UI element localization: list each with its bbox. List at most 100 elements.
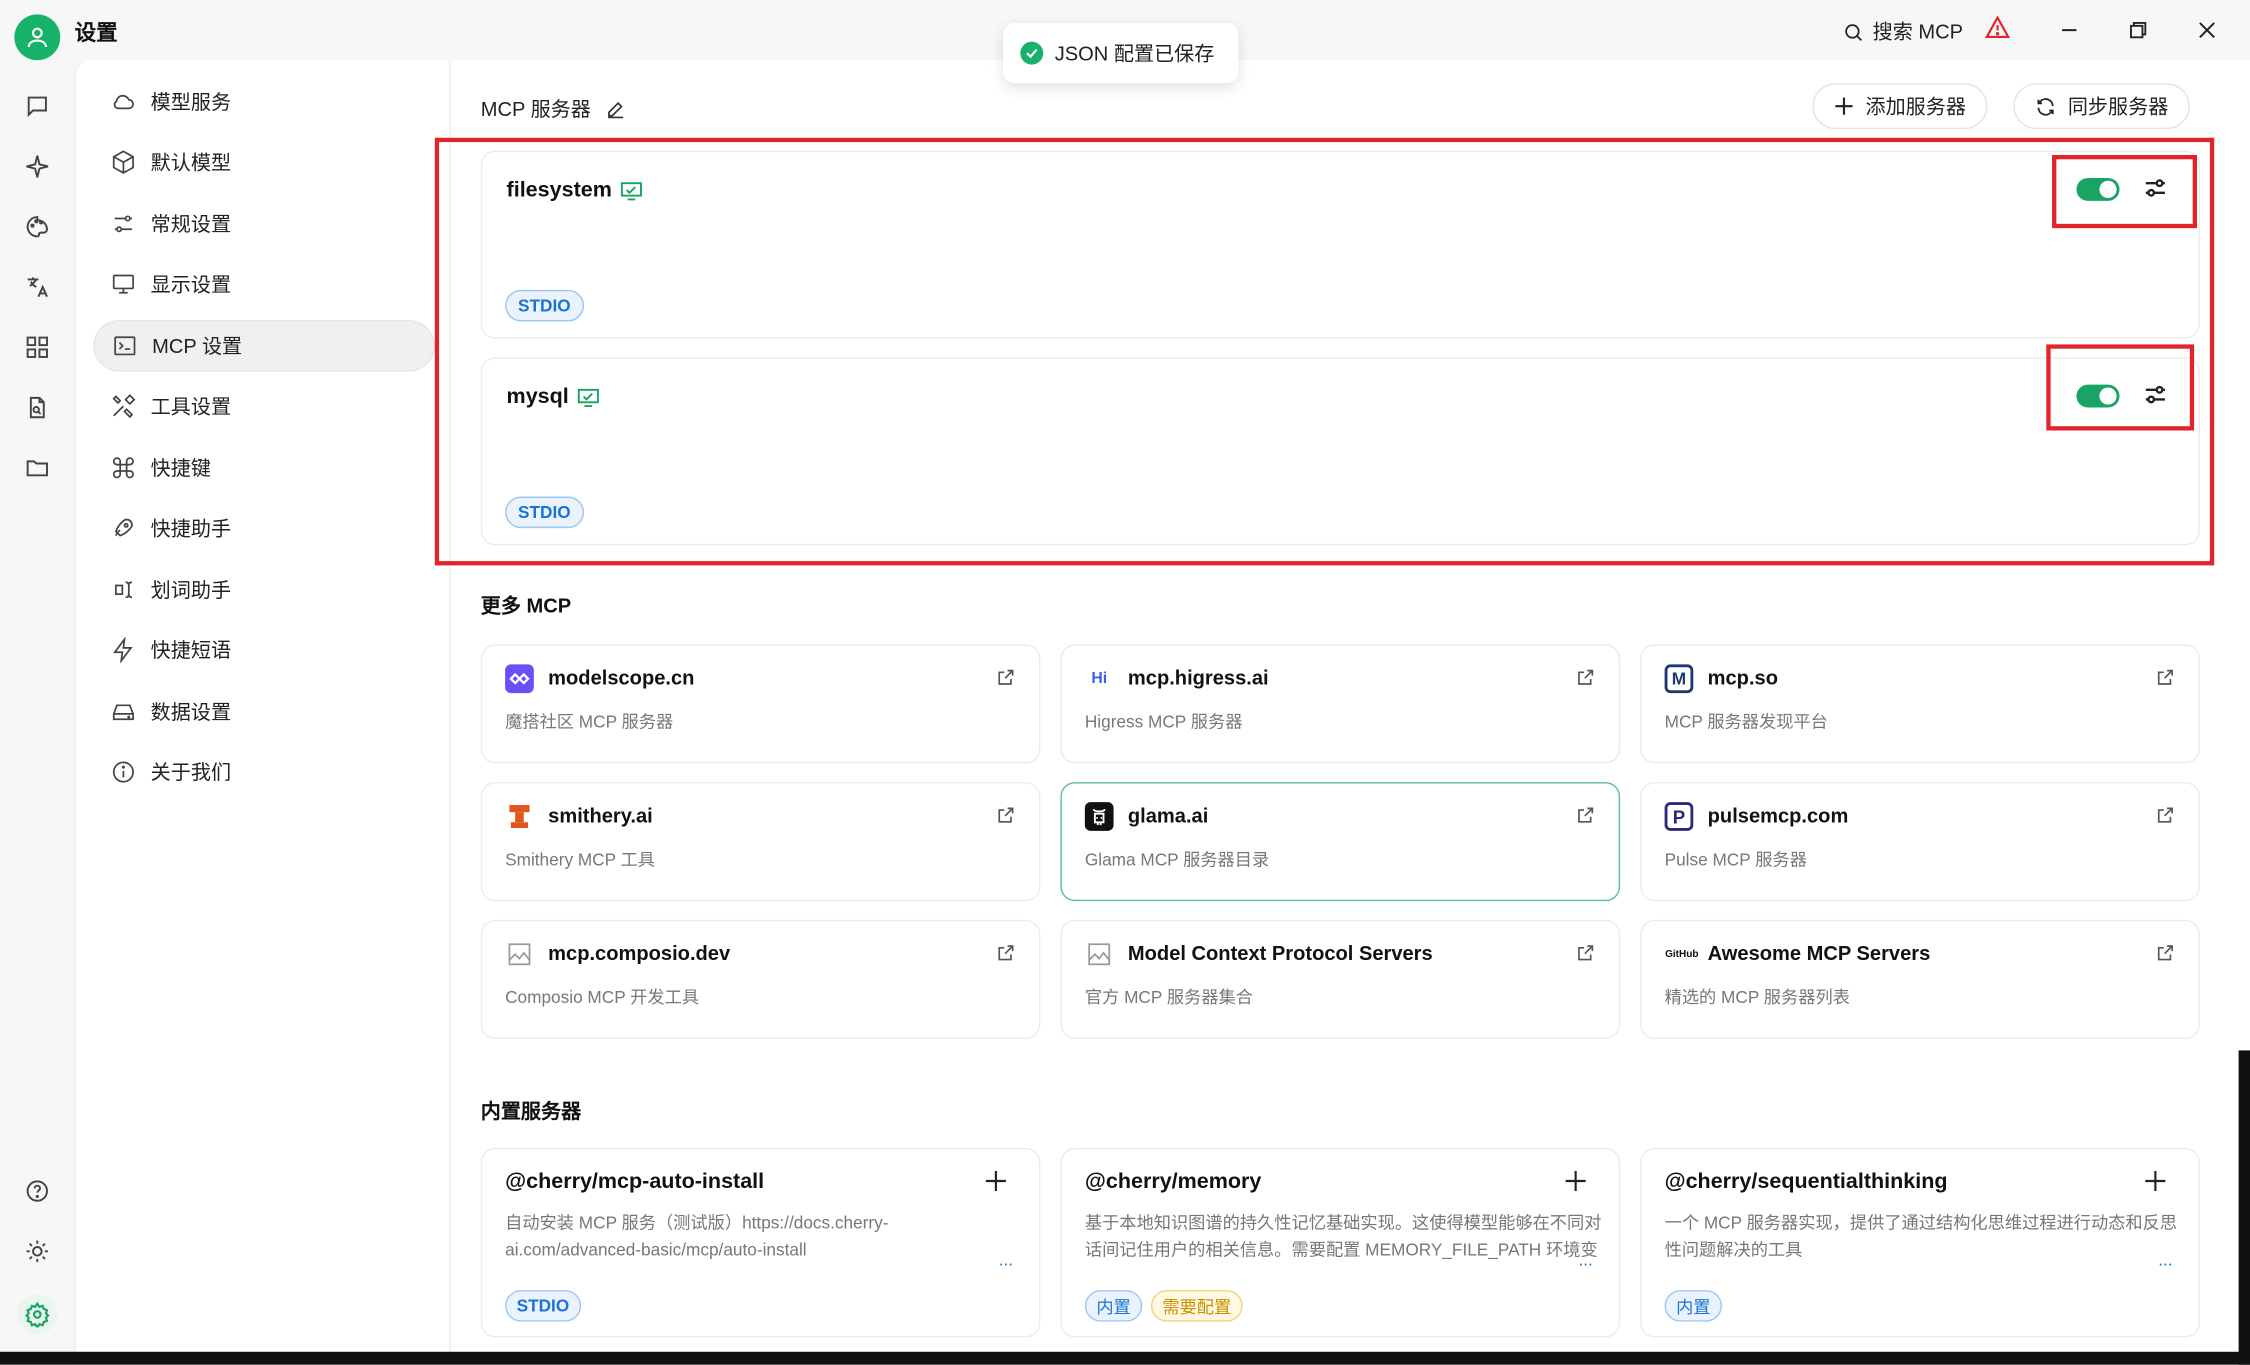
builtin-card-auto-install[interactable]: @cherry/mcp-auto-install 自动安装 MCP 服务（测试版… <box>480 1148 1041 1338</box>
warning-icon[interactable] <box>1984 14 2011 47</box>
link-card-smithery[interactable]: smithery.ai Smithery MCP 工具 <box>480 782 1041 902</box>
external-link-icon[interactable] <box>2155 667 2175 687</box>
server-settings-icon[interactable] <box>2141 380 2170 409</box>
menu-item-quick-phrases[interactable]: 快捷短语 <box>93 624 435 676</box>
link-name: mcp.higress.ai <box>1127 665 1269 689</box>
chat-icon[interactable] <box>23 92 52 121</box>
link-card-pulsemcp[interactable]: P pulsemcp.com Pulse MCP 服务器 <box>1640 782 2200 902</box>
link-desc: 精选的 MCP 服务器列表 <box>1664 987 1850 1008</box>
expand-more-link[interactable]: ... <box>999 1250 1013 1270</box>
search-mcp-button[interactable]: 搜索 MCP <box>1843 17 1964 46</box>
builtin-desc: 一个 MCP 服务器实现，提供了通过结构化思维过程进行动态和反思性问题解决的工具 <box>1664 1212 2178 1260</box>
sparkle-icon[interactable] <box>23 152 52 181</box>
menu-item-tools[interactable]: 工具设置 <box>93 380 435 432</box>
expand-more-link[interactable]: ... <box>1578 1250 1592 1270</box>
menu-item-label: 工具设置 <box>150 394 232 418</box>
link-card-mcp-servers[interactable]: Model Context Protocol Servers 官方 MCP 服务… <box>1060 919 1621 1039</box>
link-name: modelscope.cn <box>548 665 695 689</box>
menu-item-display[interactable]: 显示设置 <box>93 258 435 310</box>
link-card-glama[interactable]: glama.ai Glama MCP 服务器目录 <box>1060 782 1621 902</box>
menu-item-selection-assistant[interactable]: 划词助手 <box>93 564 435 616</box>
palette-icon[interactable] <box>23 212 52 241</box>
close-button[interactable] <box>2190 14 2224 46</box>
search-mcp-label: 搜索 MCP <box>1872 20 1964 44</box>
server-name-text: filesystem <box>506 177 612 203</box>
close-icon <box>2199 22 2215 39</box>
external-link-icon[interactable] <box>996 667 1016 687</box>
menu-item-model-service[interactable]: 模型服务 <box>93 76 435 128</box>
text-cursor-icon <box>115 581 133 599</box>
external-link-icon[interactable] <box>1576 943 1596 963</box>
sliders-icon <box>114 215 133 233</box>
tag-stdio: STDIO <box>505 1290 581 1322</box>
search-icon <box>1845 23 1863 41</box>
menu-item-default-model[interactable]: 默认模型 <box>93 136 435 188</box>
settings-gear-icon[interactable] <box>17 1294 58 1335</box>
menu-item-quick-assistant[interactable]: 快捷助手 <box>93 502 435 554</box>
higress-logo-icon: Hi <box>1091 670 1108 688</box>
link-card-composio[interactable]: mcp.composio.dev Composio MCP 开发工具 <box>480 919 1041 1039</box>
add-builtin-icon[interactable] <box>1564 1170 1587 1193</box>
restore-button[interactable] <box>2121 14 2155 46</box>
apps-grid-icon[interactable] <box>23 333 52 362</box>
builtin-card-sequentialthinking[interactable]: @cherry/sequentialthinking 一个 MCP 服务器实现，… <box>1640 1148 2200 1338</box>
server-settings-icon[interactable] <box>2141 174 2170 203</box>
expand-more-link[interactable]: ... <box>2158 1250 2172 1270</box>
link-card-higress[interactable]: Hi mcp.higress.ai Higress MCP 服务器 <box>1060 644 1621 764</box>
external-link-icon[interactable] <box>996 805 1016 825</box>
add-builtin-icon[interactable] <box>984 1170 1007 1193</box>
link-name: glama.ai <box>1127 803 1209 827</box>
server-enable-toggle[interactable] <box>2076 177 2120 201</box>
folder-icon[interactable] <box>23 453 52 482</box>
menu-item-shortcuts[interactable]: 快捷键 <box>93 442 435 494</box>
link-card-mcpso[interactable]: M mcp.so MCP 服务器发现平台 <box>1640 644 2200 764</box>
external-link-icon[interactable] <box>1576 667 1596 687</box>
server-name: mysql <box>507 385 601 409</box>
save-toast: JSON 配置已保存 <box>1003 22 1239 84</box>
external-link-icon[interactable] <box>996 943 1016 963</box>
builtin-card-memory[interactable]: @cherry/memory 基于本地知识图谱的持久性记忆基础实现。这使得模型能… <box>1060 1148 1621 1338</box>
transport-badge: STDIO <box>505 496 584 529</box>
server-enable-toggle[interactable] <box>2076 384 2120 408</box>
menu-item-mcp[interactable]: MCP 设置 <box>93 320 435 372</box>
menu-item-data[interactable]: 数据设置 <box>93 686 435 738</box>
menu-item-label: 快捷键 <box>150 456 211 480</box>
link-desc: Higress MCP 服务器 <box>1084 711 1243 732</box>
menu-item-general[interactable]: 常规设置 <box>93 198 435 250</box>
cloud-icon <box>113 94 134 110</box>
add-builtin-icon[interactable] <box>2144 1170 2167 1193</box>
plus-icon <box>1835 97 1853 115</box>
menu-item-label: MCP 设置 <box>152 334 243 358</box>
translate-icon[interactable] <box>23 273 52 302</box>
terminal-icon <box>114 336 136 356</box>
external-link-icon[interactable] <box>2155 805 2175 825</box>
transport-badge: STDIO <box>505 289 584 322</box>
monitor-badge-icon <box>621 181 643 200</box>
builtin-name: @cherry/mcp-auto-install <box>505 1169 765 1194</box>
edit-pencil-icon[interactable] <box>605 99 625 119</box>
cube-icon <box>112 150 134 174</box>
user-avatar[interactable] <box>14 14 61 61</box>
minimize-icon <box>2062 29 2077 32</box>
theme-brightness-icon[interactable] <box>23 1237 52 1266</box>
link-name: pulsemcp.com <box>1707 803 1849 827</box>
add-server-button[interactable]: 添加服务器 <box>1812 83 1988 130</box>
mcpso-logo-icon: M <box>1664 664 1694 694</box>
minimize-button[interactable] <box>2052 14 2086 46</box>
server-card-mysql[interactable]: mysql STDIO <box>480 357 2200 546</box>
add-server-label: 添加服务器 <box>1865 94 1966 118</box>
link-desc: Pulse MCP 服务器 <box>1664 849 1807 870</box>
sync-servers-button[interactable]: 同步服务器 <box>2013 83 2190 130</box>
link-card-modelscope[interactable]: modelscope.cn 魔搭社区 MCP 服务器 <box>480 644 1041 764</box>
file-search-icon[interactable] <box>23 393 52 422</box>
check-circle-icon <box>1020 41 1044 65</box>
smithery-logo-icon <box>505 802 534 831</box>
external-link-icon[interactable] <box>1576 805 1596 825</box>
rocket-icon <box>114 518 133 537</box>
help-icon[interactable] <box>23 1177 52 1206</box>
menu-item-about[interactable]: 关于我们 <box>93 746 435 798</box>
menu-item-label: 默认模型 <box>150 150 232 174</box>
link-card-awesome-mcp[interactable]: GitHub Awesome MCP Servers 精选的 MCP 服务器列表 <box>1640 919 2200 1039</box>
external-link-icon[interactable] <box>2155 943 2175 963</box>
server-card-filesystem[interactable]: filesystem STDIO <box>480 150 2200 339</box>
